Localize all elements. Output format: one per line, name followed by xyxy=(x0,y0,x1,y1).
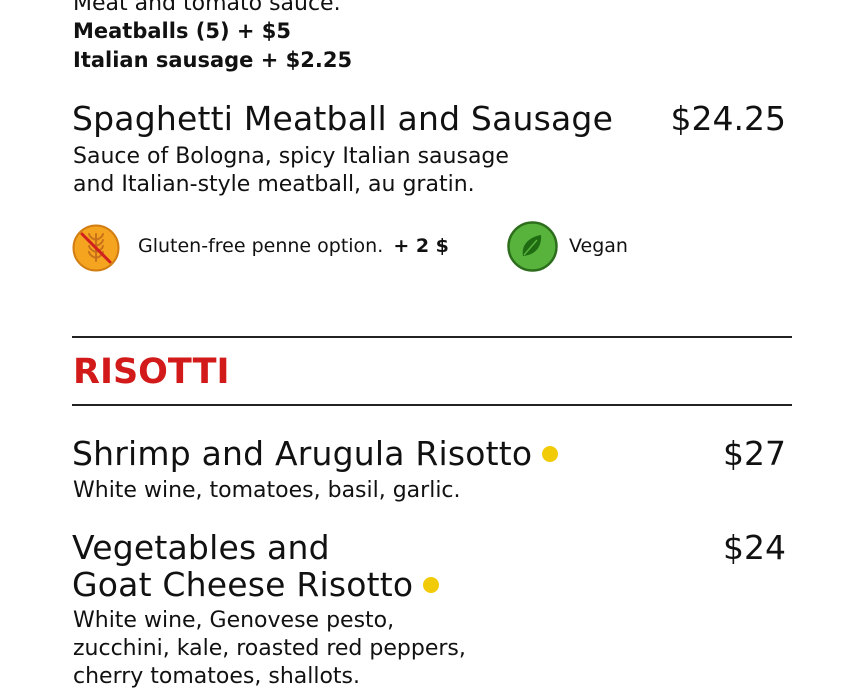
item-name-vegetables-line-2: Goat Cheese Risotto xyxy=(72,565,440,604)
item-description-line-3: cherry tomatoes, shallots. xyxy=(73,664,361,689)
item-description-line-1: White wine, Genovese pesto, xyxy=(73,608,395,633)
item-name-vegetables-line-1: Vegetables and xyxy=(72,528,330,567)
item-price-vegetables-risotto: $24 xyxy=(723,528,786,567)
section-divider-bottom xyxy=(72,404,792,406)
item-name-text: Shrimp and Arugula Risotto xyxy=(72,434,533,473)
gluten-free-wheat-icon xyxy=(72,224,120,272)
item-description-line-2: zucchini, kale, roasted red peppers, xyxy=(73,636,466,661)
item-description-shrimp-risotto: White wine, tomatoes, basil, garlic. xyxy=(73,478,461,503)
leaf-icon xyxy=(507,221,558,272)
item-price-shrimp-risotto: $27 xyxy=(723,434,786,473)
addon-italian-sausage: Italian sausage + $2.25 xyxy=(73,48,353,72)
item-price-spaghetti: $24.25 xyxy=(670,99,786,138)
yellow-dot-icon xyxy=(542,445,559,462)
gluten-free-label: Gluten-free penne option. xyxy=(138,235,384,257)
item-description-line-1: Sauce of Bologna, spicy Italian sausage xyxy=(73,144,509,169)
gluten-free-option-text: Gluten-free penne option. + 2 $ xyxy=(138,234,449,258)
yellow-dot-icon xyxy=(423,576,440,593)
vegan-label: Vegan xyxy=(569,235,628,257)
gluten-free-price: + 2 $ xyxy=(393,235,449,257)
section-title-risotti: RISOTTI xyxy=(73,352,230,392)
item-name-shrimp-risotto: Shrimp and Arugula Risotto xyxy=(72,434,559,473)
item-name-spaghetti: Spaghetti Meatball and Sausage xyxy=(72,99,614,138)
addon-meatballs: Meatballs (5) + $5 xyxy=(73,19,292,43)
section-divider-top xyxy=(72,336,792,338)
item-description-line-2: and Italian-style meatball, au gratin. xyxy=(73,172,475,197)
previous-item-description: Meat and tomato sauce. xyxy=(73,0,341,16)
item-name-text: Goat Cheese Risotto xyxy=(72,565,414,604)
